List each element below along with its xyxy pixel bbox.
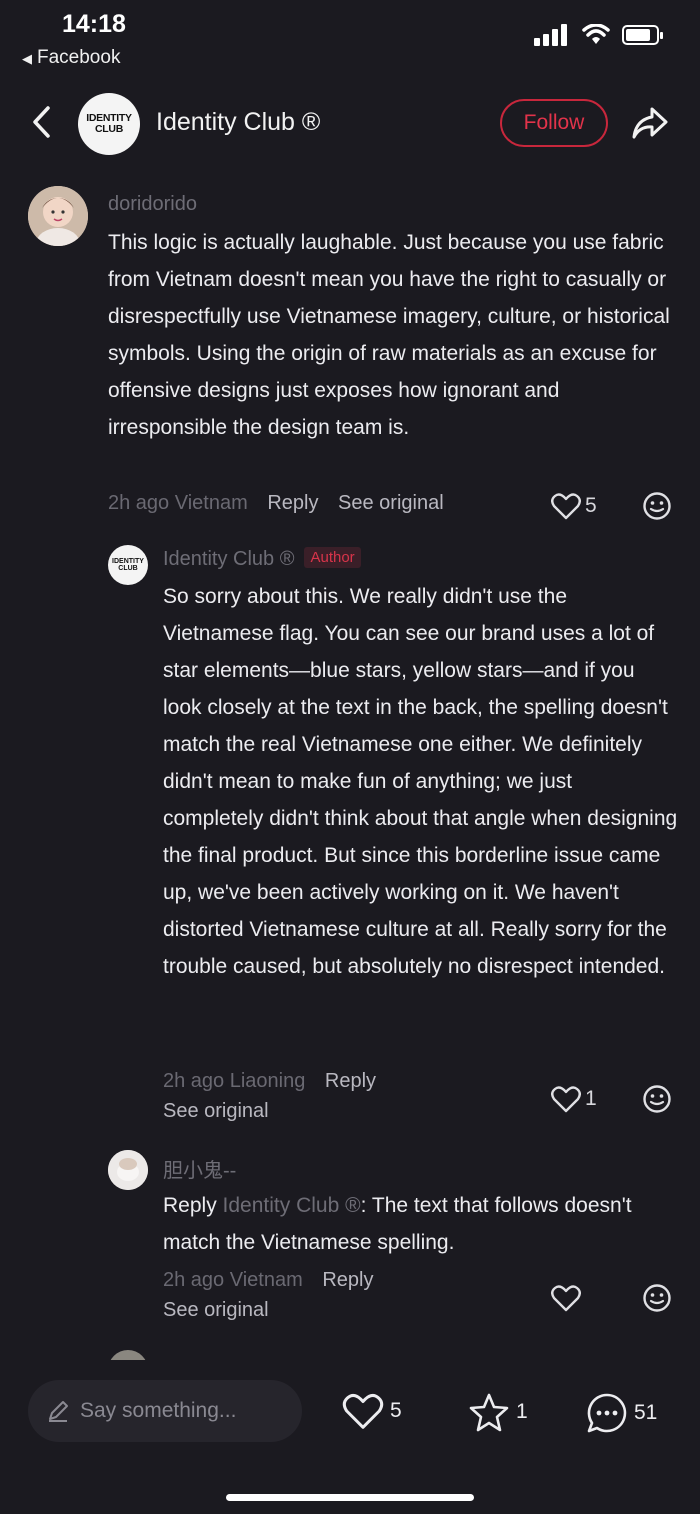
comment-input[interactable]: Say something... xyxy=(28,1380,302,1442)
favorite-post-button[interactable]: 1 xyxy=(468,1392,528,1432)
home-indicator xyxy=(226,1494,474,1501)
comment-username[interactable]: Identity Club ® Author xyxy=(163,547,361,571)
see-original-button[interactable]: See original xyxy=(163,1299,269,1322)
status-icons xyxy=(534,24,664,46)
battery-icon xyxy=(622,25,663,45)
club-avatar-small[interactable]: IDENTITY CLUB xyxy=(108,545,148,585)
comment-bubble-icon xyxy=(587,1393,627,1433)
username-text: Identity Club ® xyxy=(163,548,295,570)
reply-button[interactable]: Reply xyxy=(322,1269,373,1291)
back-app-label: Facebook xyxy=(37,47,121,68)
pencil-icon xyxy=(49,1401,68,1422)
comment-location: Vietnam xyxy=(229,1269,303,1291)
emoji-reaction-icon[interactable] xyxy=(642,1084,672,1114)
signal-icon xyxy=(534,24,567,46)
emoji-reaction-icon[interactable] xyxy=(642,1283,672,1313)
club-avatar[interactable]: IDENTITY CLUB xyxy=(78,93,140,155)
comment-username[interactable]: 胆小鬼-- xyxy=(163,1154,236,1183)
avatar[interactable] xyxy=(28,186,88,246)
logo-text-line2: CLUB xyxy=(118,565,138,572)
comment-text: So sorry about this. We really didn't us… xyxy=(163,585,678,978)
page-title[interactable]: Identity Club ® xyxy=(156,108,320,137)
heart-icon xyxy=(551,493,581,520)
like-button[interactable]: 5 xyxy=(551,492,597,520)
like-count: 1 xyxy=(585,1087,597,1110)
share-icon[interactable] xyxy=(630,104,670,142)
like-post-button[interactable]: 5 xyxy=(342,1392,402,1430)
baby-photo-icon xyxy=(28,186,88,246)
back-chevron-icon[interactable] xyxy=(26,102,58,142)
mention-link[interactable]: Identity Club ® xyxy=(223,1194,361,1217)
comment-text: This logic is actually laughable. Just b… xyxy=(108,231,670,439)
like-button[interactable] xyxy=(551,1284,585,1312)
comment-meta: 2h ago Vietnam Reply See original xyxy=(108,492,444,515)
post-comments-screen: 14:18 ◀ Facebook IDENTITY CLUB Identity … xyxy=(0,0,700,1514)
see-original-button[interactable]: See original xyxy=(163,1100,269,1123)
star-icon xyxy=(469,1393,509,1432)
status-time: 14:18 xyxy=(62,10,126,38)
comment-text: Reply Identity Club ®: The text that fol… xyxy=(163,1187,663,1261)
comment-username[interactable]: doridorido xyxy=(108,193,197,216)
reply-button[interactable]: Reply xyxy=(267,492,318,514)
see-original-button[interactable]: See original xyxy=(338,492,444,514)
comment-location: Liaoning xyxy=(229,1070,306,1092)
emoji-reaction-icon[interactable] xyxy=(642,491,672,521)
follow-button[interactable]: Follow xyxy=(500,99,608,147)
post-comment-count: 51 xyxy=(634,1401,658,1424)
comments-button[interactable]: 51 xyxy=(586,1392,657,1434)
like-button[interactable]: 1 xyxy=(551,1085,597,1113)
logo-text-line1: IDENTITY xyxy=(112,558,144,565)
comment-time: 2h ago xyxy=(163,1070,225,1092)
comment-input-placeholder: Say something... xyxy=(80,1399,237,1422)
heart-icon xyxy=(551,1285,581,1312)
reply-button[interactable]: Reply xyxy=(325,1070,376,1092)
reply-prefix: Reply xyxy=(163,1194,217,1217)
comment-location: Vietnam xyxy=(174,492,248,514)
back-to-app-link[interactable]: ◀ Facebook xyxy=(22,47,120,69)
back-triangle-icon: ◀ xyxy=(22,51,32,66)
logo-text-line2: CLUB xyxy=(95,123,123,135)
post-star-count: 1 xyxy=(516,1400,528,1423)
heart-icon xyxy=(551,1086,581,1113)
avatar-photo-icon xyxy=(108,1150,148,1190)
heart-icon xyxy=(342,1393,384,1429)
comment-time: 2h ago xyxy=(108,492,170,514)
comment-meta: 2h ago Vietnam Reply xyxy=(163,1269,373,1292)
wifi-icon xyxy=(582,24,610,44)
comment-meta: 2h ago Liaoning Reply xyxy=(163,1070,376,1093)
author-badge: Author xyxy=(304,547,361,568)
bottom-action-bar: Say something... 5 1 51 xyxy=(0,1360,700,1514)
like-count: 5 xyxy=(585,494,597,517)
avatar[interactable] xyxy=(108,1150,148,1190)
comment-time: 2h ago xyxy=(163,1269,225,1291)
post-like-count: 5 xyxy=(390,1399,402,1422)
profile-header: IDENTITY CLUB Identity Club ® Follow xyxy=(0,88,700,164)
